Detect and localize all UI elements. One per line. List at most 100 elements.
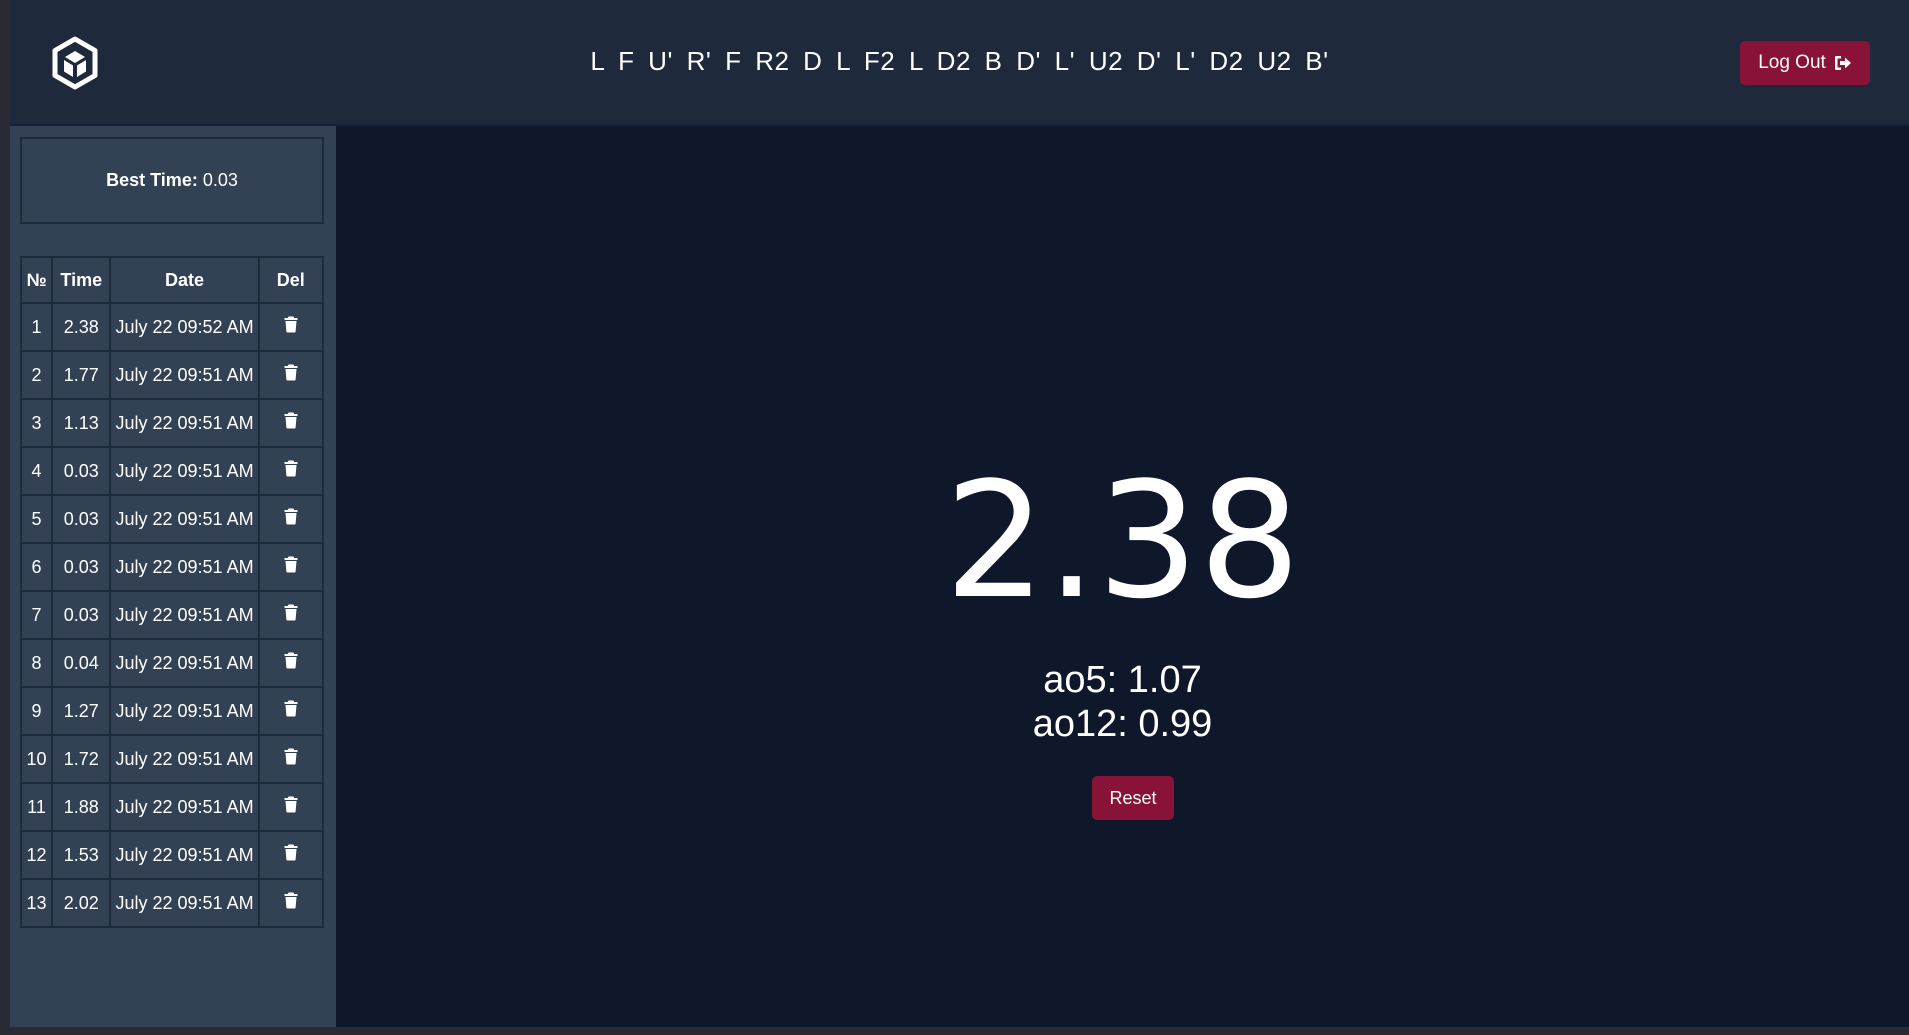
row-time: 1.88 <box>51 782 112 832</box>
row-number: 2 <box>19 350 54 400</box>
ao12-average: ao12: 0.99 <box>1032 703 1213 745</box>
row-delete-cell <box>257 590 325 640</box>
times-table: № Time Date Del 1 2.38 July 22 09:52 AM 2 1.… <box>19 256 325 928</box>
row-time: 2.02 <box>51 878 112 928</box>
row-time: 1.72 <box>51 734 112 784</box>
sign-out-icon <box>1834 55 1852 71</box>
header-number: № <box>19 256 54 304</box>
row-number: 8 <box>19 638 54 688</box>
row-time: 2.38 <box>51 302 112 352</box>
ao5-average: ao5: 1.07 <box>1043 659 1202 701</box>
row-date: July 22 09:51 AM <box>109 734 260 784</box>
best-time-label: Best Time: <box>106 170 198 190</box>
app-window: L F U' R' F R2 D L F2 L D2 B D' L' U2 D'… <box>10 0 1909 1027</box>
trash-icon[interactable] <box>284 892 298 914</box>
table-row: 10 1.72 July 22 09:51 AM <box>19 734 325 784</box>
row-date: July 22 09:51 AM <box>109 830 260 880</box>
row-date: July 22 09:52 AM <box>109 302 260 352</box>
row-delete-cell <box>257 686 325 736</box>
trash-icon[interactable] <box>284 556 298 578</box>
logout-button[interactable]: Log Out <box>1740 41 1870 85</box>
row-number: 13 <box>19 878 54 928</box>
row-time: 1.27 <box>51 686 112 736</box>
row-time: 0.04 <box>51 638 112 688</box>
table-row: 1 2.38 July 22 09:52 AM <box>19 302 325 352</box>
best-time-panel: Best Time: 0.03 <box>20 137 324 224</box>
trash-icon[interactable] <box>284 652 298 674</box>
row-date: July 22 09:51 AM <box>109 542 260 592</box>
row-date: July 22 09:51 AM <box>109 638 260 688</box>
row-date: July 22 09:51 AM <box>109 446 260 496</box>
row-delete-cell <box>257 446 325 496</box>
trash-icon[interactable] <box>284 460 298 482</box>
main-area: 2.38 ao5: 1.07 ao12: 0.99 Reset <box>336 126 1909 1027</box>
row-number: 10 <box>19 734 54 784</box>
row-number: 3 <box>19 398 54 448</box>
row-delete-cell <box>257 638 325 688</box>
row-number: 1 <box>19 302 54 352</box>
row-delete-cell <box>257 542 325 592</box>
row-date: July 22 09:51 AM <box>109 350 260 400</box>
row-date: July 22 09:51 AM <box>109 878 260 928</box>
row-number: 5 <box>19 494 54 544</box>
row-date: July 22 09:51 AM <box>109 782 260 832</box>
times-table-body: 1 2.38 July 22 09:52 AM 2 1.77 July 22 09:51 … <box>19 302 325 928</box>
trash-icon[interactable] <box>284 796 298 818</box>
table-row: 11 1.88 July 22 09:51 AM <box>19 782 325 832</box>
row-number: 9 <box>19 686 54 736</box>
row-date: July 22 09:51 AM <box>109 398 260 448</box>
table-row: 8 0.04 July 22 09:51 AM <box>19 638 325 688</box>
table-header-row: № Time Date Del <box>19 256 325 304</box>
table-row: 2 1.77 July 22 09:51 AM <box>19 350 325 400</box>
trash-icon[interactable] <box>284 844 298 866</box>
trash-icon[interactable] <box>284 412 298 434</box>
table-row: 5 0.03 July 22 09:51 AM <box>19 494 325 544</box>
table-row: 6 0.03 July 22 09:51 AM <box>19 542 325 592</box>
row-time: 1.77 <box>51 350 112 400</box>
row-time: 0.03 <box>51 446 112 496</box>
table-row: 12 1.53 July 22 09:51 AM <box>19 830 325 880</box>
sidebar: Best Time: 0.03 № Time Date Del 1 2.38 Jul… <box>10 126 336 1027</box>
row-delete-cell <box>257 830 325 880</box>
logout-label: Log Out <box>1758 52 1826 73</box>
trash-icon[interactable] <box>284 508 298 530</box>
row-delete-cell <box>257 734 325 784</box>
row-date: July 22 09:51 AM <box>109 494 260 544</box>
header-time: Time <box>51 256 112 304</box>
table-row: 4 0.03 July 22 09:51 AM <box>19 446 325 496</box>
header-date: Date <box>109 256 260 304</box>
row-time: 0.03 <box>51 494 112 544</box>
timer-display[interactable]: 2.38 <box>336 461 1909 621</box>
row-number: 12 <box>19 830 54 880</box>
row-number: 6 <box>19 542 54 592</box>
row-delete-cell <box>257 302 325 352</box>
row-time: 0.03 <box>51 542 112 592</box>
table-row: 7 0.03 July 22 09:51 AM <box>19 590 325 640</box>
row-time: 1.13 <box>51 398 112 448</box>
row-date: July 22 09:51 AM <box>109 686 260 736</box>
row-delete-cell <box>257 350 325 400</box>
row-delete-cell <box>257 782 325 832</box>
row-time: 0.03 <box>51 590 112 640</box>
table-row: 3 1.13 July 22 09:51 AM <box>19 398 325 448</box>
row-number: 7 <box>19 590 54 640</box>
trash-icon[interactable] <box>284 364 298 386</box>
scramble-text: L F U' R' F R2 D L F2 L D2 B D' L' U2 D'… <box>590 46 1329 76</box>
header: L F U' R' F R2 D L F2 L D2 B D' L' U2 D'… <box>10 0 1909 126</box>
row-delete-cell <box>257 878 325 928</box>
trash-icon[interactable] <box>284 316 298 338</box>
table-row: 9 1.27 July 22 09:51 AM <box>19 686 325 736</box>
row-time: 1.53 <box>51 830 112 880</box>
row-number: 11 <box>19 782 54 832</box>
row-date: July 22 09:51 AM <box>109 590 260 640</box>
row-delete-cell <box>257 494 325 544</box>
row-number: 4 <box>19 446 54 496</box>
row-delete-cell <box>257 398 325 448</box>
best-time-value: 0.03 <box>202 170 238 190</box>
reset-button[interactable]: Reset <box>1092 776 1174 820</box>
table-row: 13 2.02 July 22 09:51 AM <box>19 878 325 928</box>
header-delete: Del <box>257 256 325 304</box>
trash-icon[interactable] <box>284 748 298 770</box>
trash-icon[interactable] <box>284 604 298 626</box>
trash-icon[interactable] <box>284 700 298 722</box>
